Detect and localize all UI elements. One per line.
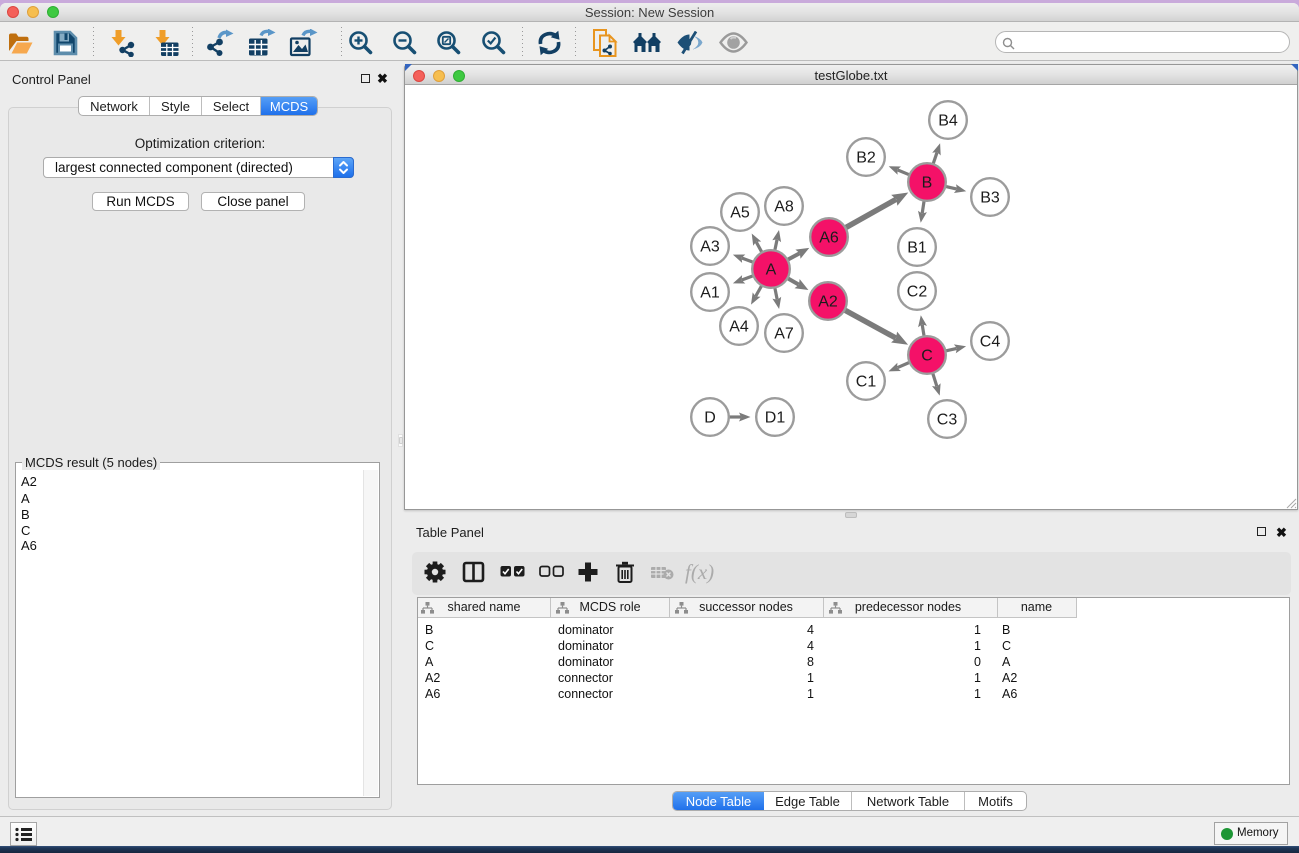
svg-text:D1: D1 (765, 410, 786, 427)
svg-text:C4: C4 (980, 334, 1001, 351)
svg-text:B1: B1 (907, 240, 927, 257)
svg-text:C3: C3 (937, 412, 958, 429)
svg-text:A5: A5 (730, 205, 750, 222)
svg-text:A6: A6 (819, 230, 839, 247)
svg-text:A8: A8 (774, 199, 794, 216)
svg-text:A1: A1 (700, 285, 720, 302)
svg-text:B2: B2 (856, 150, 876, 167)
svg-text:B3: B3 (980, 190, 1000, 207)
svg-text:A2: A2 (818, 294, 838, 311)
svg-text:C: C (921, 348, 933, 365)
svg-text:A7: A7 (774, 326, 794, 343)
svg-text:D: D (704, 410, 716, 427)
svg-text:A3: A3 (700, 239, 720, 256)
svg-text:A: A (766, 262, 777, 279)
svg-text:C1: C1 (856, 374, 877, 391)
svg-text:A4: A4 (729, 319, 749, 336)
svg-text:B4: B4 (938, 113, 958, 130)
svg-text:C2: C2 (907, 284, 928, 301)
svg-text:B: B (922, 175, 933, 192)
